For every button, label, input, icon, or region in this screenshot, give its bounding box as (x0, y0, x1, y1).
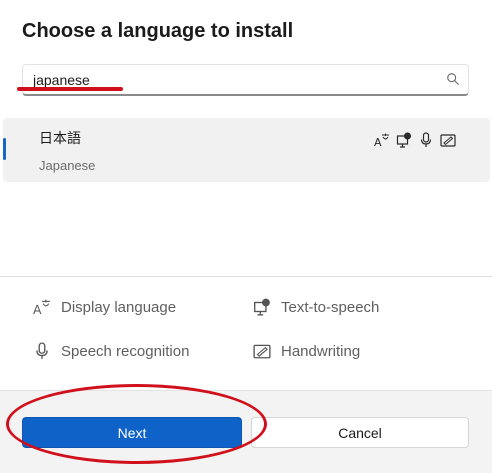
search-input[interactable]: japanese (22, 64, 469, 96)
handwriting-icon (253, 344, 271, 359)
annotation-underline (17, 87, 123, 91)
legend-label: Handwriting (281, 342, 361, 360)
legend-text-to-speech: Text-to-speech (253, 298, 379, 316)
language-result-japanese[interactable]: 日本語 Japanese A (3, 118, 490, 182)
selection-indicator (3, 138, 6, 160)
text-to-speech-icon (396, 132, 411, 148)
dialog-footer: Next Cancel (0, 390, 492, 473)
dialog-title: Choose a language to install (22, 20, 294, 42)
next-button[interactable]: Next (22, 417, 242, 448)
language-native-name: 日本語 (39, 131, 81, 147)
legend-label: Display language (61, 298, 177, 316)
divider (0, 276, 492, 277)
legend-handwriting: Handwriting (253, 342, 360, 360)
display-language-icon: A (33, 299, 50, 316)
language-english-name: Japanese (39, 158, 96, 173)
legend-display-language: A Display language (33, 298, 177, 317)
svg-text:A: A (374, 136, 382, 148)
legend-label: Speech recognition (61, 342, 190, 360)
search-icon[interactable] (446, 72, 460, 86)
search-input-value[interactable]: japanese (33, 72, 90, 88)
speech-recognition-icon (420, 132, 432, 147)
svg-text:A: A (33, 303, 42, 316)
display-language-icon: A (374, 133, 389, 148)
legend-label: Text-to-speech (281, 298, 380, 316)
handwriting-icon (440, 134, 456, 147)
text-to-speech-icon (254, 298, 270, 316)
speech-recognition-icon (36, 342, 48, 359)
legend-speech-recognition: Speech recognition (33, 342, 189, 360)
cancel-button[interactable]: Cancel (251, 417, 469, 448)
feature-icons: A (374, 132, 456, 148)
